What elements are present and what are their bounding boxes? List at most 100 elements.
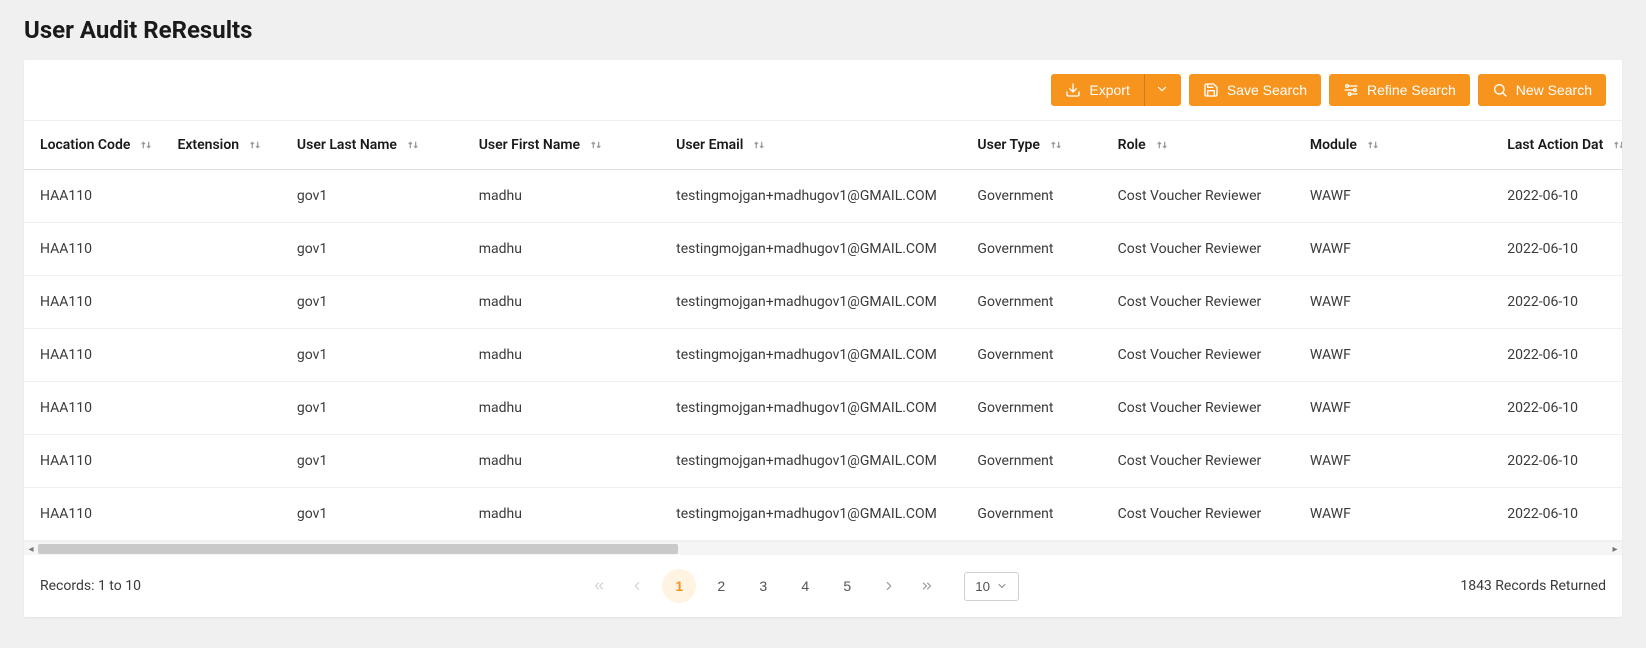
sort-icon [405,137,421,153]
cell-module: WAWF [1302,170,1499,223]
column-header-module[interactable]: Module [1302,121,1499,170]
next-page-button[interactable] [872,569,906,603]
cell-user_email: testingmojgan+madhugov1@GMAIL.COM [668,223,969,276]
page-size-select[interactable]: 10 [964,572,1019,601]
double-chevron-right-icon [920,579,934,593]
sort-icon [588,137,604,153]
column-header-label: Extension [177,137,239,153]
chevron-right-icon [882,579,896,593]
page-number-4[interactable]: 4 [788,569,822,603]
cell-role: Cost Voucher Reviewer [1110,223,1302,276]
table-row[interactable]: HAA110gov1madhutestingmojgan+madhugov1@G… [24,435,1622,488]
prev-page-button[interactable] [620,569,654,603]
table-row[interactable]: HAA110gov1madhutestingmojgan+madhugov1@G… [24,276,1622,329]
column-header-user_first[interactable]: User First Name [471,121,668,170]
pagination-controls: 12345 10 [141,569,1460,603]
export-dropdown-button[interactable] [1145,74,1181,106]
refine-search-button[interactable]: Refine Search [1329,74,1470,106]
cell-user_type: Government [969,276,1109,329]
scroll-left-arrow-icon[interactable]: ◂ [24,542,38,556]
column-header-last_action[interactable]: Last Action Dat [1499,121,1622,170]
last-page-button[interactable] [910,569,944,603]
sort-icon [1154,137,1170,153]
cell-role: Cost Voucher Reviewer [1110,170,1302,223]
cell-extension [169,170,288,223]
sort-icon [247,137,263,153]
column-header-label: Location Code [40,137,130,153]
scroll-right-arrow-icon[interactable]: ▸ [1608,542,1622,556]
cell-user_first: madhu [471,435,668,488]
page-number-5[interactable]: 5 [830,569,864,603]
column-header-label: Module [1310,137,1357,153]
cell-last_action: 2022-06-10 [1499,329,1622,382]
column-header-extension[interactable]: Extension [169,121,288,170]
table-row[interactable]: HAA110gov1madhutestingmojgan+madhugov1@G… [24,382,1622,435]
cell-user_email: testingmojgan+madhugov1@GMAIL.COM [668,435,969,488]
sort-icon [138,137,154,153]
column-header-user_type[interactable]: User Type [969,121,1109,170]
export-button-group: Export [1051,74,1180,106]
horizontal-scrollbar[interactable]: ◂ ▸ [24,541,1622,555]
cell-extension [169,488,288,541]
cell-user_last: gov1 [289,223,471,276]
toolbar: Export Save Search Refine Search [24,60,1622,121]
double-chevron-left-icon [592,579,606,593]
column-header-label: Last Action Dat [1507,137,1603,153]
cell-location_code: HAA110 [24,488,169,541]
column-header-label: User Type [977,137,1040,153]
cell-user_last: gov1 [289,276,471,329]
cell-user_email: testingmojgan+madhugov1@GMAIL.COM [668,170,969,223]
first-page-button[interactable] [582,569,616,603]
cell-user_last: gov1 [289,329,471,382]
page-number-3[interactable]: 3 [746,569,780,603]
cell-location_code: HAA110 [24,276,169,329]
export-button[interactable]: Export [1051,74,1144,106]
cell-extension [169,329,288,382]
refine-search-label: Refine Search [1367,82,1456,98]
save-search-button[interactable]: Save Search [1189,74,1321,106]
chevron-left-icon [630,579,644,593]
cell-last_action: 2022-06-10 [1499,488,1622,541]
chevron-down-icon [996,580,1008,592]
cell-module: WAWF [1302,435,1499,488]
cell-last_action: 2022-06-10 [1499,170,1622,223]
scroll-thumb[interactable] [38,544,678,554]
save-search-label: Save Search [1227,82,1307,98]
column-header-role[interactable]: Role [1110,121,1302,170]
table-row[interactable]: HAA110gov1madhutestingmojgan+madhugov1@G… [24,170,1622,223]
cell-user_type: Government [969,223,1109,276]
cell-module: WAWF [1302,223,1499,276]
cell-last_action: 2022-06-10 [1499,435,1622,488]
filter-icon [1343,82,1359,98]
page-number-1[interactable]: 1 [662,569,696,603]
cell-role: Cost Voucher Reviewer [1110,276,1302,329]
results-table-wrap: Location CodeExtensionUser Last NameUser… [24,121,1622,541]
cell-last_action: 2022-06-10 [1499,382,1622,435]
export-button-label: Export [1089,82,1129,98]
column-header-location_code[interactable]: Location Code [24,121,169,170]
cell-module: WAWF [1302,382,1499,435]
table-row[interactable]: HAA110gov1madhutestingmojgan+madhugov1@G… [24,223,1622,276]
cell-user_last: gov1 [289,435,471,488]
table-row[interactable]: HAA110gov1madhutestingmojgan+madhugov1@G… [24,488,1622,541]
column-header-user_email[interactable]: User Email [668,121,969,170]
cell-user_first: madhu [471,329,668,382]
download-icon [1065,82,1081,98]
cell-user_last: gov1 [289,170,471,223]
cell-last_action: 2022-06-10 [1499,276,1622,329]
sort-icon [1365,137,1381,153]
page-size-value: 10 [975,579,990,594]
column-header-user_last[interactable]: User Last Name [289,121,471,170]
new-search-button[interactable]: New Search [1478,74,1606,106]
cell-module: WAWF [1302,329,1499,382]
page-title: User Audit ReResults [24,16,1622,44]
cell-user_first: madhu [471,170,668,223]
cell-user_first: madhu [471,488,668,541]
cell-user_type: Government [969,435,1109,488]
sort-icon [751,137,767,153]
table-row[interactable]: HAA110gov1madhutestingmojgan+madhugov1@G… [24,329,1622,382]
cell-last_action: 2022-06-10 [1499,223,1622,276]
cell-user_first: madhu [471,382,668,435]
sort-icon [1611,137,1622,153]
page-number-2[interactable]: 2 [704,569,738,603]
